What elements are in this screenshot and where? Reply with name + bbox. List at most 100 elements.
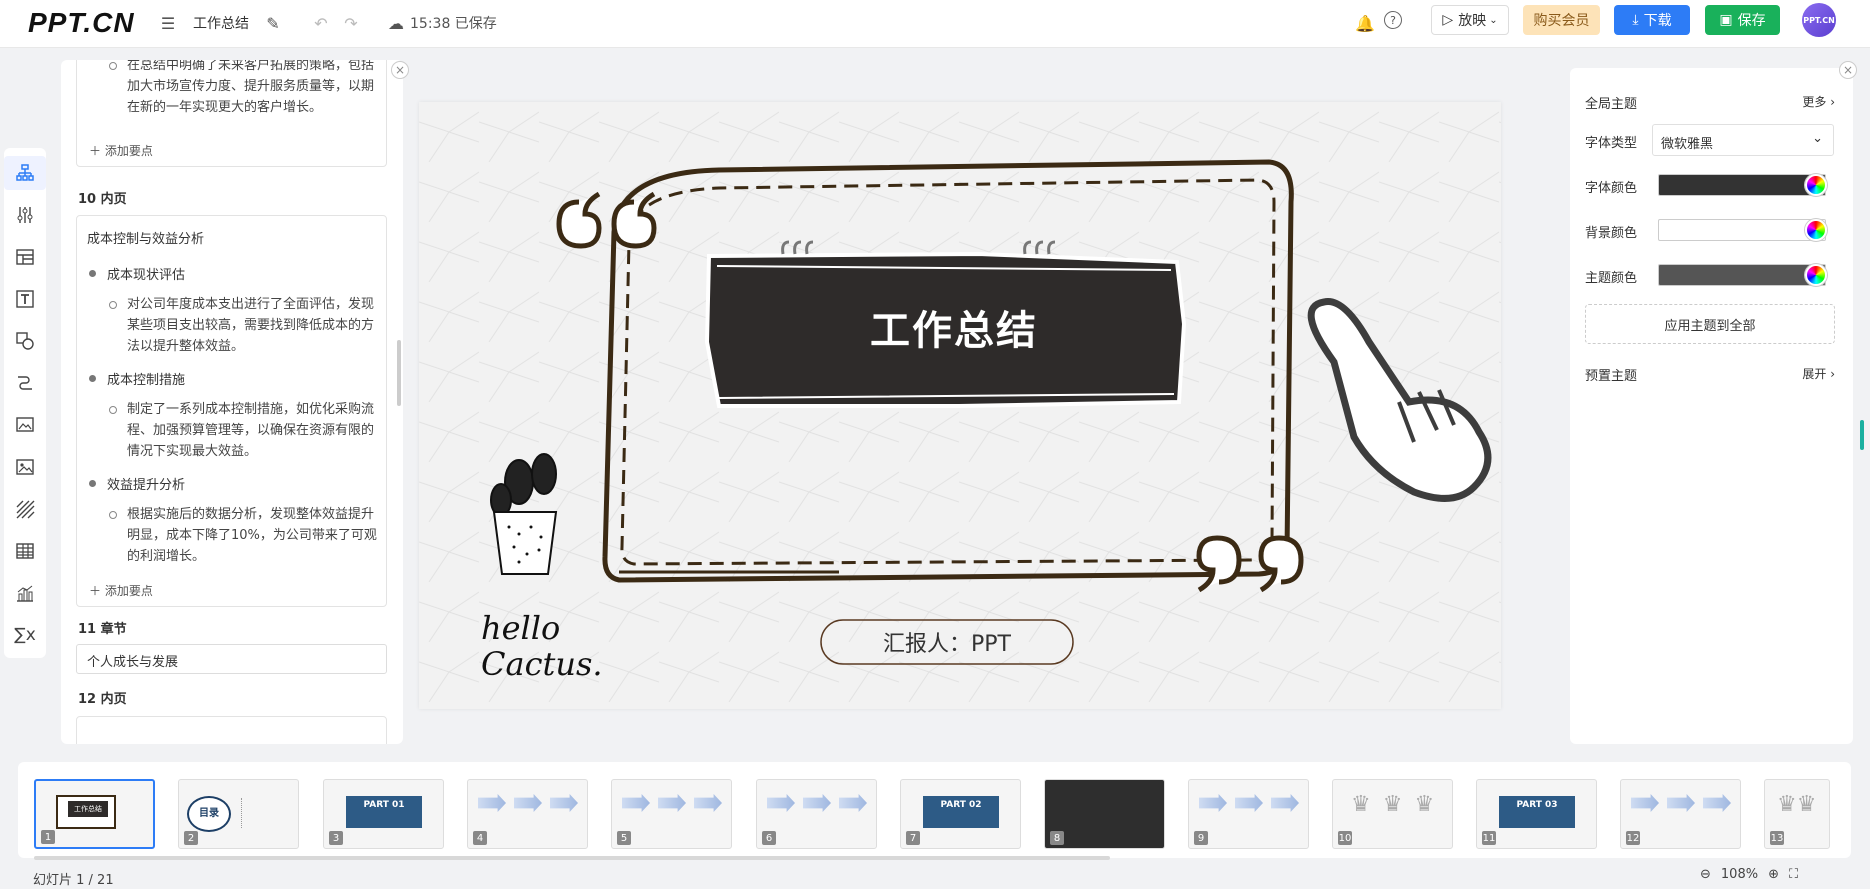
part-thumb-text: PART 01 [346, 796, 422, 828]
chevron-down-icon: ⌄ [1812, 131, 1823, 146]
adjust-tool-icon[interactable] [4, 198, 46, 232]
apply-theme-all-button[interactable]: 应用主题到全部 [1585, 304, 1835, 344]
slide-thumbnail[interactable]: 工作总结 1 [34, 779, 155, 849]
reporter-text[interactable]: 汇报人：PPT [821, 620, 1073, 664]
save-button[interactable]: ▣ 保存 [1705, 5, 1780, 35]
slide-thumbnail[interactable]: PART 02 7 [900, 779, 1021, 849]
bg-color-swatch[interactable] [1658, 219, 1826, 241]
layout-tool-icon[interactable] [4, 240, 46, 274]
bg-color-picker-icon[interactable] [1805, 219, 1827, 241]
slide-thumbnail[interactable]: 5 [611, 779, 732, 849]
outline-card-title[interactable]: 成本控制与效益分析 [87, 228, 204, 247]
thumbnail-number: 1 [41, 830, 55, 844]
thumbnail-number: 11 [1482, 831, 1496, 845]
expand-label: 展开 [1802, 367, 1827, 381]
close-outline-icon[interactable]: × [391, 61, 409, 79]
bell-icon[interactable]: 🔔 [1354, 12, 1376, 34]
download-button[interactable]: ⤓ 下载 [1614, 5, 1690, 35]
outline-subpoint[interactable]: 制定了一系列成本控制措施，如优化采购流程、加强预算管理等，以确保在资源有限的情况… [109, 399, 377, 462]
font-color-picker-icon[interactable] [1805, 174, 1827, 196]
slide-thumbnail[interactable]: 4 [467, 779, 588, 849]
outline-subpoint[interactable]: 根据实施后的数据分析，发现整体效益提升明显，成本下降了10%，为公司带来了可观的… [109, 504, 377, 567]
redo-icon[interactable]: ↷ [340, 12, 362, 34]
slide-title[interactable]: 工作总结 [739, 282, 1169, 372]
help-icon[interactable]: ? [1384, 11, 1402, 29]
formula-tool-icon[interactable]: ∑x [4, 618, 46, 652]
shape-tool-icon[interactable] [4, 324, 46, 358]
part-thumb-text: PART 03 [1499, 796, 1575, 828]
chevron-down-icon: ⌄ [1489, 14, 1498, 26]
buy-vip-button[interactable]: 购买会员 [1523, 5, 1600, 35]
outline-point[interactable]: 效益提升分析 [88, 474, 185, 493]
zoom-out-icon[interactable]: ⊖ [1700, 867, 1711, 882]
top-bar: PPT.CN ☰ 工作总结 ✎ ↶ ↷ ☁ 15:38 已保存 🔔 ? ▷ 放映… [0, 0, 1870, 48]
preset-theme-label: 预置主题 [1585, 369, 1638, 384]
font-type-select[interactable]: 微软雅黑 ⌄ [1652, 124, 1834, 156]
outline-tool-icon[interactable] [4, 156, 46, 190]
save-icon: ▣ [1719, 12, 1733, 28]
add-point-button[interactable]: ＋ 添加要点 [89, 142, 153, 159]
theme-color-picker-icon[interactable] [1805, 264, 1827, 286]
slide-thumbnail[interactable]: 目录 2 [178, 779, 299, 849]
thumbnail-number: 8 [1050, 831, 1064, 845]
text-tool-icon[interactable] [4, 282, 46, 316]
thumbnail-number: 13 [1770, 831, 1784, 845]
outline-point[interactable]: 成本控制措施 [88, 369, 185, 388]
slide-thumbnail[interactable]: ♛♛♛ 10 [1332, 779, 1453, 849]
chapter-title-input[interactable]: 个人成长与发展 [76, 644, 387, 674]
section-label: 12 内页 [78, 692, 127, 707]
slide-thumbnail[interactable]: ♛♛ 13 [1764, 779, 1830, 849]
save-status: 15:38 已保存 [410, 16, 497, 32]
add-point-label: 添加要点 [104, 584, 153, 598]
bg-color-label: 背景颜色 [1585, 226, 1638, 241]
table-tool-icon[interactable] [4, 534, 46, 568]
outline-subpoint[interactable]: 在总结中明确了未来客户拓展的策略，包括加大市场宣传力度、提升服务质量等，以期在新… [109, 60, 377, 118]
chart-tool-icon[interactable] [4, 576, 46, 610]
more-link[interactable]: 更多 › [1802, 93, 1835, 110]
right-scroll-handle[interactable] [1860, 420, 1864, 450]
slide-canvas[interactable]: 工作总结 汇报人：PPT hello Cactus. [419, 102, 1501, 709]
thumbnail-number: 2 [184, 831, 198, 845]
add-point-button[interactable]: ＋ 添加要点 [89, 582, 153, 599]
edit-title-icon[interactable]: ✎ [262, 12, 284, 34]
outline-scrollbar[interactable] [397, 340, 401, 406]
cloud-icon: ☁ [388, 13, 404, 33]
texture-tool-icon[interactable] [4, 492, 46, 526]
logo[interactable]: PPT.CN [28, 7, 135, 39]
close-theme-panel-icon[interactable]: × [1839, 61, 1857, 79]
play-button[interactable]: ▷ 放映 ⌄ [1431, 5, 1509, 35]
chevron-right-icon: › [1830, 95, 1835, 109]
global-theme-label: 全局主题 [1585, 97, 1638, 112]
font-color-swatch[interactable] [1658, 174, 1826, 196]
font-color-label: 字体颜色 [1585, 181, 1638, 196]
slide-thumbnail[interactable]: PART 03 11 [1476, 779, 1597, 849]
expand-link[interactable]: 展开 › [1802, 365, 1835, 382]
line-tool-icon[interactable] [4, 366, 46, 400]
outline-point[interactable]: 成本现状评估 [88, 264, 185, 283]
image-edit-tool-icon[interactable] [4, 408, 46, 442]
slide-thumbnail[interactable]: 12 [1620, 779, 1741, 849]
hello-cactus-text[interactable]: hello Cactus. [481, 610, 603, 682]
filmstrip-scrollbar[interactable] [34, 856, 1110, 860]
image-tool-icon[interactable] [4, 450, 46, 484]
font-type-label: 字体类型 [1585, 136, 1638, 151]
document-title[interactable]: 工作总结 [193, 13, 249, 33]
slide-thumbnail[interactable]: 9 [1188, 779, 1309, 849]
avatar[interactable]: PPT.CN [1802, 3, 1836, 37]
more-label: 更多 [1802, 95, 1827, 109]
theme-color-swatch[interactable] [1658, 264, 1826, 286]
slide-thumbnail[interactable]: 6 [756, 779, 877, 849]
outline-panel: 在总结中明确了未来客户拓展的策略，包括加大市场宣传力度、提升服务质量等，以期在新… [61, 60, 403, 744]
zoom-in-icon[interactable]: ⊕ [1768, 867, 1779, 882]
outline-card [76, 716, 387, 744]
chevron-right-icon: › [1830, 367, 1835, 381]
menu-icon[interactable]: ☰ [157, 12, 179, 34]
fullscreen-icon[interactable]: ⛶ [1789, 867, 1798, 882]
slide-thumbnail[interactable]: PART 01 3 [323, 779, 444, 849]
outline-subpoint[interactable]: 对公司年度成本支出进行了全面评估，发现某些项目支出较高，需要找到降低成本的方法以… [109, 294, 377, 357]
download-label: 下载 [1643, 13, 1672, 29]
theme-color-label: 主题颜色 [1585, 271, 1638, 286]
theme-panel: 全局主题 更多 › 字体类型 微软雅黑 ⌄ 字体颜色 背景颜色 主题颜色 应用主… [1570, 68, 1853, 744]
undo-icon[interactable]: ↶ [310, 12, 332, 34]
slide-thumbnail[interactable]: 8 [1044, 779, 1165, 849]
